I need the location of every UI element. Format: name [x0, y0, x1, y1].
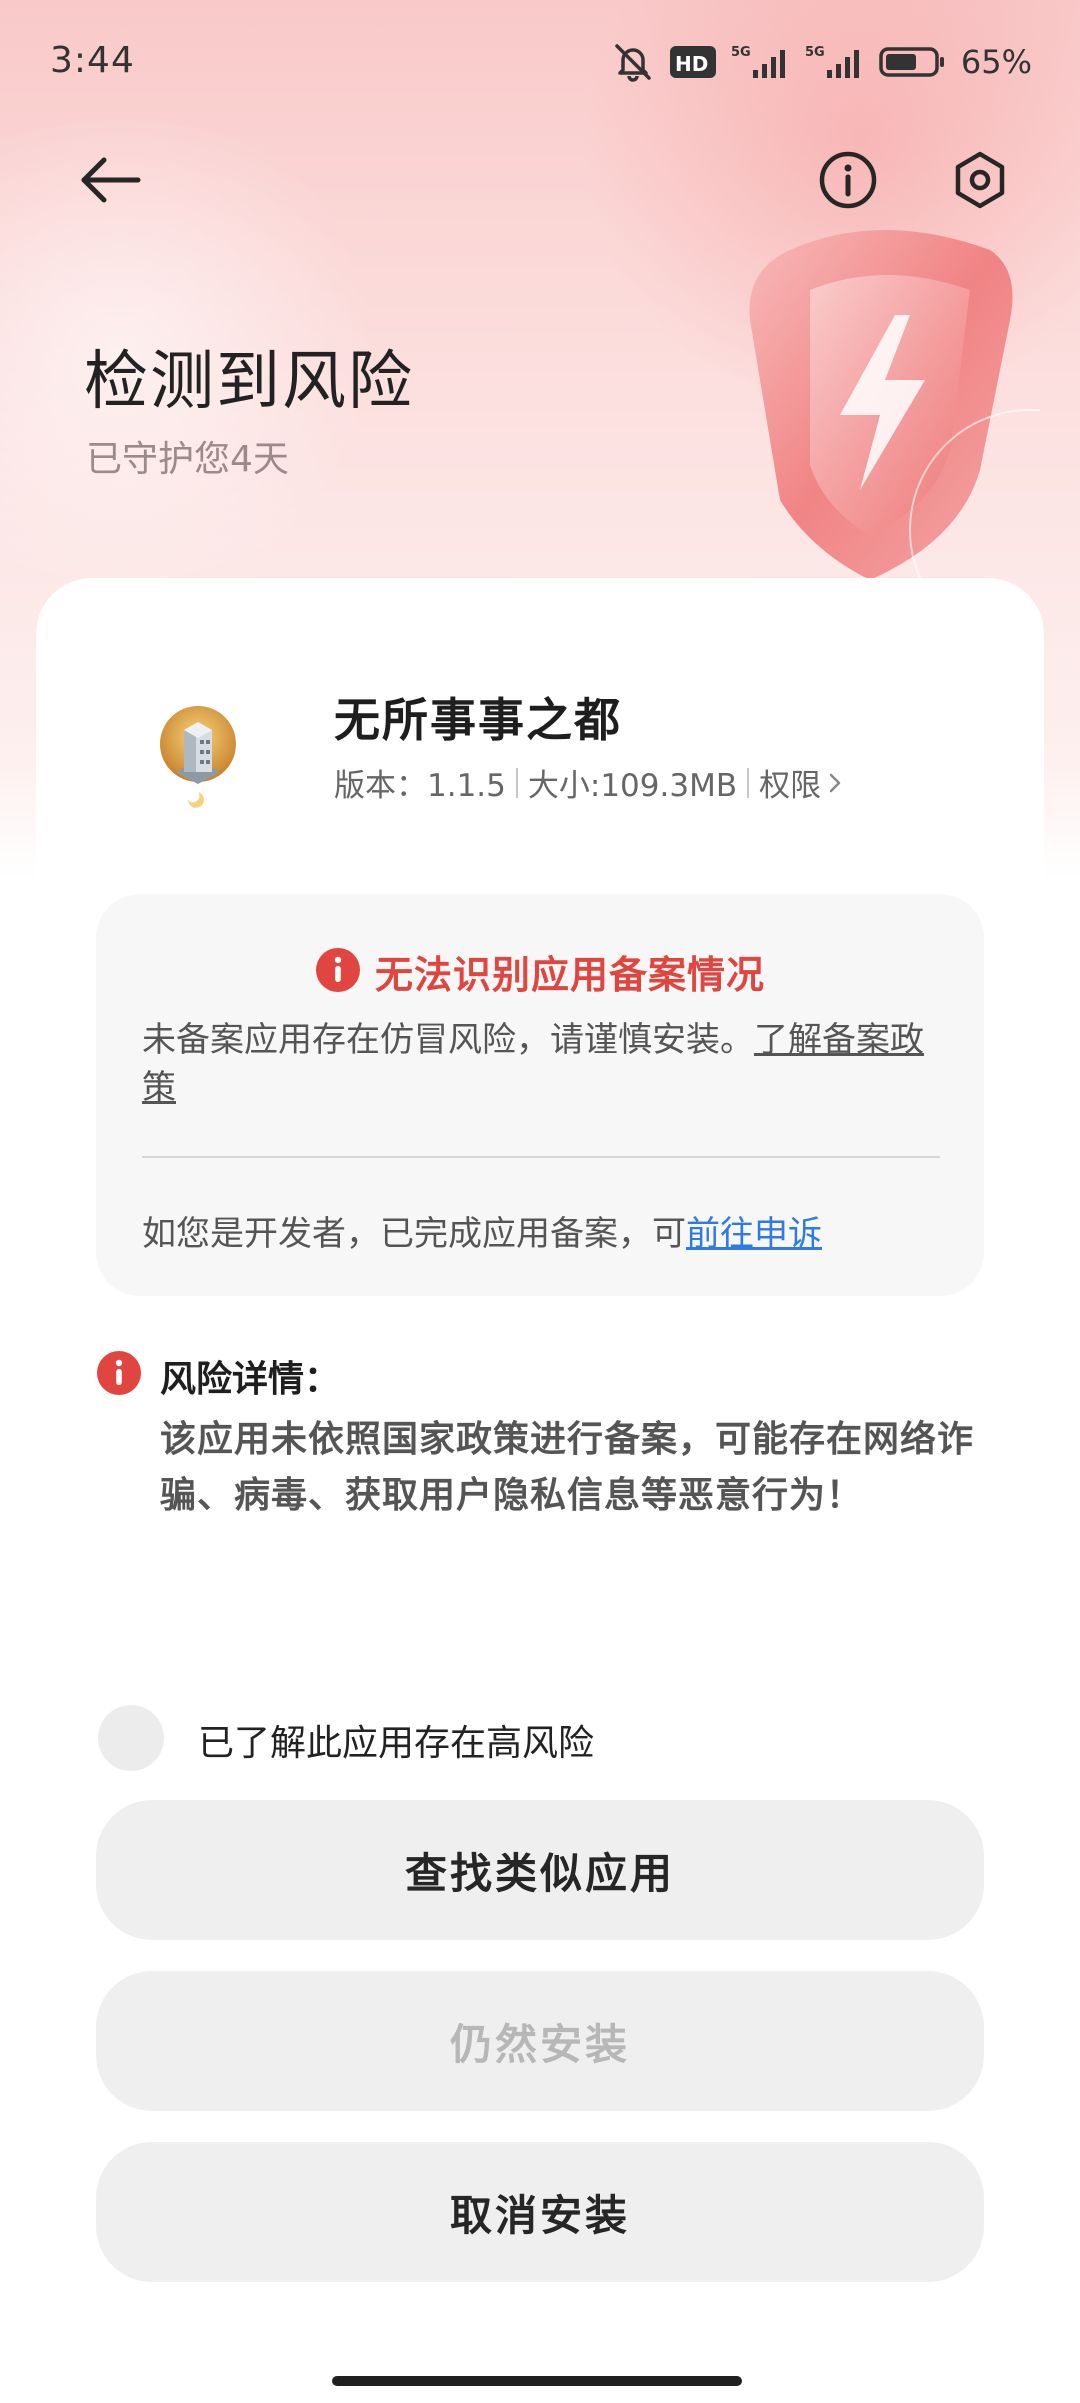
warning-title: 无法识别应用备案情况: [374, 953, 765, 997]
app-icon: [150, 700, 246, 810]
warning-title-row: 无法识别应用备案情况: [96, 944, 984, 999]
meta-divider: [747, 767, 750, 798]
svg-text:5G: 5G: [805, 45, 825, 60]
chevron-right-icon: [827, 771, 843, 795]
status-time: 3:44: [50, 40, 135, 81]
hexagon-settings-icon: [955, 151, 1005, 209]
find-similar-apps-button[interactable]: 查找类似应用: [96, 1800, 984, 1940]
shield-illustration: [700, 210, 1080, 651]
risk-detection-screen: 3:44 HD 5G 5G 65% 检测到风险 已守护您4天 无所事事之都 版本…: [0, 0, 1080, 2403]
protection-days-subtitle: 已守护您4天: [86, 439, 289, 480]
risk-details-heading: 风险详情：: [160, 1359, 341, 1400]
alert-icon: [96, 1350, 142, 1400]
home-indicator[interactable]: [332, 2376, 742, 2386]
svg-text:HD: HD: [675, 52, 708, 76]
svg-text:5G: 5G: [731, 45, 751, 60]
developer-appeal-text: 如您是开发者，已完成应用备案，可前往申诉: [142, 1206, 822, 1255]
battery-percentage: 65%: [960, 43, 1032, 81]
divider: [142, 1156, 940, 1158]
alert-icon: [315, 947, 361, 997]
page-title: 检测到风险: [84, 345, 414, 419]
status-bar: 3:44 HD 5G 5G 65%: [0, 0, 1080, 130]
permissions-link[interactable]: 权限: [759, 760, 843, 805]
app-size: 大小:109.3MB: [527, 768, 738, 804]
warning-description: 未备案应用存在仿冒风险，请谨慎安装。了解备案政策: [142, 1016, 942, 1112]
info-button[interactable]: [808, 140, 888, 220]
arrow-left-icon: [81, 157, 141, 203]
permissions-label: 权限: [759, 768, 822, 804]
app-meta: 版本：1.1.5 大小:109.3MB 权限: [334, 760, 843, 805]
app-version: 版本：1.1.5: [334, 768, 506, 804]
status-icons: HD 5G 5G 65%: [611, 42, 1032, 82]
cancel-install-button[interactable]: 取消安装: [96, 2142, 984, 2282]
signal-icon: 5G: [731, 42, 791, 82]
install-anyway-button[interactable]: 仍然安装: [96, 1971, 984, 2111]
settings-button[interactable]: [940, 140, 1020, 220]
app-name: 无所事事之都: [334, 693, 622, 747]
warning-description-text: 未备案应用存在仿冒风险，请谨慎安装。: [142, 1020, 754, 1060]
battery-icon: [879, 44, 947, 80]
risk-details-body: 该应用未依照国家政策进行备案，可能存在网络诈骗、病毒、获取用户隐私信息等恶意行为…: [160, 1419, 975, 1516]
filing-warning-box: 无法识别应用备案情况 未备案应用存在仿冒风险，请谨慎安装。了解备案政策 如您是开…: [96, 894, 984, 1296]
developer-appeal-prefix: 如您是开发者，已完成应用备案，可: [142, 1214, 686, 1254]
info-icon: [819, 151, 877, 209]
meta-divider: [515, 767, 518, 798]
acknowledge-risk-label[interactable]: 已了解此应用存在高风险: [198, 1714, 594, 1766]
back-button[interactable]: [70, 140, 150, 220]
acknowledge-risk-checkbox[interactable]: [98, 1705, 164, 1771]
appeal-link[interactable]: 前往申诉: [686, 1214, 822, 1254]
hd-icon: HD: [669, 44, 717, 80]
mute-icon: [611, 42, 655, 82]
signal-icon: 5G: [805, 42, 865, 82]
